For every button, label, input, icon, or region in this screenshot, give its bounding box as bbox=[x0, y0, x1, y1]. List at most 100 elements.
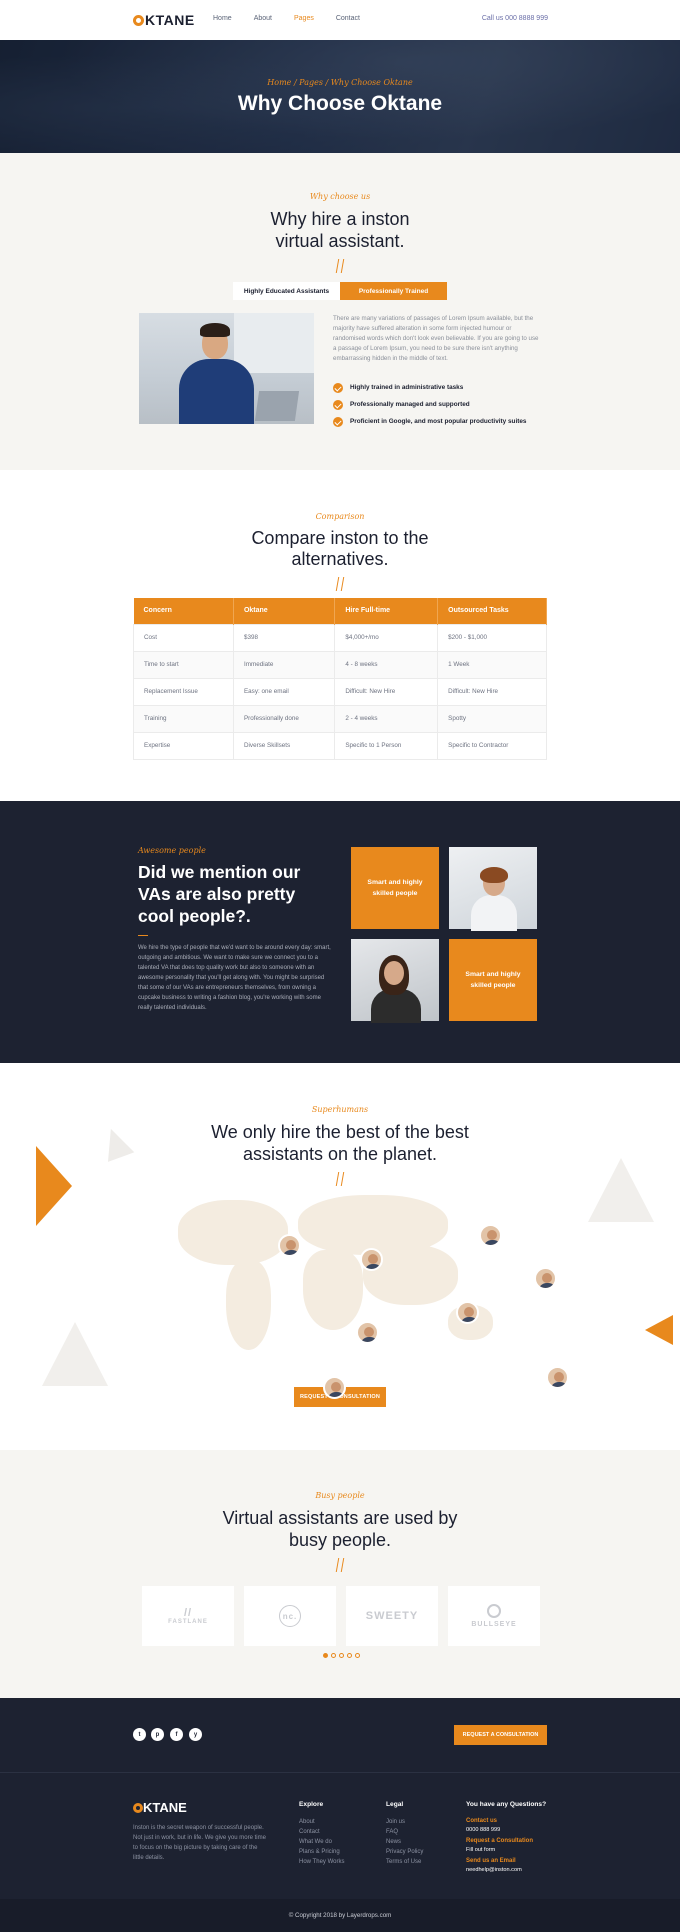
nav-contact[interactable]: Contact bbox=[336, 15, 360, 22]
assistant-avatar[interactable] bbox=[546, 1366, 569, 1389]
carousel-dot[interactable] bbox=[331, 1653, 336, 1658]
client-logo[interactable]: //FASTLANE bbox=[142, 1586, 234, 1646]
request-form-link[interactable]: Fill out form bbox=[466, 1846, 546, 1855]
assistant-avatar[interactable] bbox=[356, 1321, 379, 1344]
footer-about: Inston is the secret weapon of successfu… bbox=[133, 1825, 266, 1861]
youtube-icon[interactable]: y bbox=[189, 1728, 202, 1741]
footer-request-button[interactable]: REQUEST A CONSULTATION bbox=[454, 1725, 547, 1745]
busy-section bbox=[0, 1450, 680, 1698]
feature-checklist: Highly trained in administrative tasks P… bbox=[333, 379, 526, 430]
assistant-avatar[interactable] bbox=[278, 1234, 301, 1257]
check-icon bbox=[333, 382, 343, 393]
checklist-item: Professionally managed and supported bbox=[333, 396, 526, 413]
decor-triangle-icon bbox=[42, 1322, 108, 1386]
table-cell: Easy: one email bbox=[232, 677, 336, 706]
breadcrumb[interactable]: Home / Pages / Why Choose Oktane bbox=[0, 78, 680, 87]
table-cell: 4 - 8 weeks bbox=[334, 650, 439, 679]
decor-triangle-icon bbox=[645, 1315, 673, 1345]
team-photo bbox=[351, 939, 439, 1023]
contact-phone[interactable]: 0000 888 999 bbox=[466, 1826, 546, 1835]
table-cell: Immediate bbox=[232, 650, 336, 679]
client-logo[interactable]: BULLSEYE bbox=[448, 1586, 540, 1646]
pinterest-icon[interactable]: p bbox=[151, 1728, 164, 1741]
footer-link[interactable]: FAQ bbox=[386, 1827, 423, 1837]
table-row: Cost $398 $4,000+/mo $200 - $1,000 bbox=[133, 623, 547, 652]
call-us-link[interactable]: Call us 000 8888 999 bbox=[482, 15, 548, 22]
feature-tile: Smart and highly skilled people bbox=[351, 847, 439, 929]
people-section bbox=[0, 801, 680, 1063]
tab-highly-educated[interactable]: Highly Educated Assistants bbox=[233, 282, 340, 300]
why-kicker: Why choose us bbox=[309, 192, 371, 201]
nav-about[interactable]: About bbox=[254, 15, 272, 22]
assistant-photo bbox=[139, 313, 314, 424]
why-title-line1: Why hire a inston bbox=[270, 209, 410, 229]
table-cell: Professionally done bbox=[232, 704, 336, 733]
footer-link[interactable]: Join us bbox=[386, 1817, 423, 1827]
facebook-icon[interactable]: f bbox=[170, 1728, 183, 1741]
fastlane-mark-icon: // bbox=[183, 1607, 193, 1619]
carousel-dot[interactable] bbox=[323, 1653, 328, 1658]
table-cell: $398 bbox=[232, 623, 336, 652]
compare-kicker: Comparison bbox=[315, 512, 365, 521]
people-title: Did we mention our VAs are also pretty c… bbox=[138, 862, 301, 926]
footer-logo[interactable]: KTANE bbox=[133, 1800, 187, 1815]
footer-link[interactable]: Privacy Policy bbox=[386, 1847, 423, 1857]
table-row: Training Professionally done 2 - 4 weeks Sp… bbox=[133, 704, 547, 733]
footer-link[interactable]: Plans & Pricing bbox=[299, 1847, 344, 1857]
assistant-avatar[interactable] bbox=[360, 1248, 383, 1271]
people-paragraph: We hire the type of people that we'd wan… bbox=[138, 945, 331, 1011]
people-kicker: Awesome people bbox=[138, 846, 206, 855]
table-cell: 2 - 4 weeks bbox=[334, 704, 439, 733]
assistant-avatar[interactable] bbox=[323, 1376, 346, 1399]
table-row: Replacement Issue Easy: one email Difficul… bbox=[133, 677, 547, 706]
carousel-dot[interactable] bbox=[355, 1653, 360, 1658]
footer-link[interactable]: How They Works bbox=[299, 1857, 344, 1867]
nav-home[interactable]: Home bbox=[213, 15, 232, 22]
footer-questions: You have any Questions? Contact us 0000 … bbox=[466, 1801, 547, 1875]
column-header: Oktane bbox=[233, 598, 336, 624]
world-map bbox=[178, 1195, 518, 1370]
checklist-item: Proficient in Google, and most popular p… bbox=[333, 413, 526, 430]
table-cell: 1 Week bbox=[437, 650, 547, 679]
table-cell: Replacement Issue bbox=[133, 677, 234, 706]
carousel-dot[interactable] bbox=[339, 1653, 344, 1658]
footer-link[interactable]: News bbox=[386, 1837, 423, 1847]
table-cell: Spotty bbox=[437, 704, 547, 733]
divider-squiggle-icon bbox=[335, 1172, 345, 1186]
table-cell: $4,000+/mo bbox=[334, 623, 439, 652]
twitter-icon[interactable]: t bbox=[133, 1728, 146, 1741]
tab-professionally-trained[interactable]: Professionally Trained bbox=[340, 282, 447, 300]
footer-link[interactable]: What We do bbox=[299, 1837, 344, 1847]
table-cell: Specific to 1 Person bbox=[334, 731, 439, 760]
nav-pages[interactable]: Pages bbox=[294, 15, 314, 22]
footer-link[interactable]: Contact bbox=[299, 1827, 344, 1837]
contact-email[interactable]: needhelp@inston.com bbox=[466, 1866, 546, 1875]
table-row: Expertise Diverse Skillsets Specific to 1 … bbox=[133, 731, 547, 760]
team-photo bbox=[449, 847, 537, 931]
footer-link[interactable]: Terms of Use bbox=[386, 1857, 423, 1867]
table-cell: Difficult: New Hire bbox=[334, 677, 439, 706]
site-header: KTANE Home About Pages Contact Call us 0… bbox=[0, 0, 680, 40]
check-icon bbox=[333, 399, 343, 410]
compare-title-line2: alternatives. bbox=[291, 549, 389, 569]
footer-link[interactable]: About bbox=[299, 1817, 344, 1827]
client-logo[interactable]: SWEETY bbox=[346, 1586, 438, 1646]
assistant-avatar[interactable] bbox=[479, 1224, 502, 1247]
busy-kicker: Busy people bbox=[315, 1491, 365, 1500]
carousel-dot[interactable] bbox=[347, 1653, 352, 1658]
check-icon bbox=[333, 416, 343, 427]
carousel-dots bbox=[323, 1653, 360, 1658]
busy-title-line1: Virtual assistants are used by bbox=[222, 1508, 458, 1528]
assistant-avatar[interactable] bbox=[534, 1267, 557, 1290]
table-cell: Cost bbox=[133, 623, 234, 652]
client-logo[interactable]: nc. bbox=[244, 1586, 336, 1646]
compare-title-line1: Compare inston to the bbox=[251, 528, 429, 548]
table-cell: Specific to Contractor bbox=[437, 731, 547, 760]
table-cell: Difficult: New Hire bbox=[437, 677, 547, 706]
page-hero: Home / Pages / Why Choose Oktane Why Cho… bbox=[0, 40, 680, 153]
logo[interactable]: KTANE bbox=[133, 12, 195, 28]
table-cell: Training bbox=[133, 704, 234, 733]
footer-legal: Legal Join us FAQ News Privacy Policy Te… bbox=[386, 1801, 424, 1867]
logo-text: KTANE bbox=[145, 12, 195, 28]
assistant-avatar[interactable] bbox=[456, 1301, 479, 1324]
